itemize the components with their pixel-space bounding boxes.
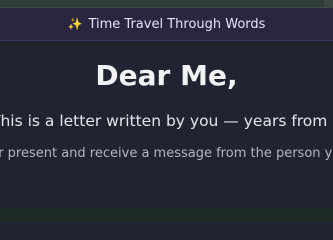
sparkles-icon: ✨ <box>67 17 83 31</box>
page-description: our present and receive a message from t… <box>0 146 333 161</box>
header-banner: ✨ Time Travel Through Words <box>0 8 333 41</box>
window-top-border <box>0 0 333 8</box>
window-corner-edge <box>324 0 333 7</box>
banner-text: Time Travel Through Words <box>88 16 266 32</box>
bottom-strip <box>0 208 333 222</box>
page-title: Dear Me, <box>95 59 238 92</box>
page: ✨ Time Travel Through Words Dear Me, Thi… <box>0 0 333 222</box>
page-subtitle: This is a letter written by you — years … <box>0 112 333 130</box>
